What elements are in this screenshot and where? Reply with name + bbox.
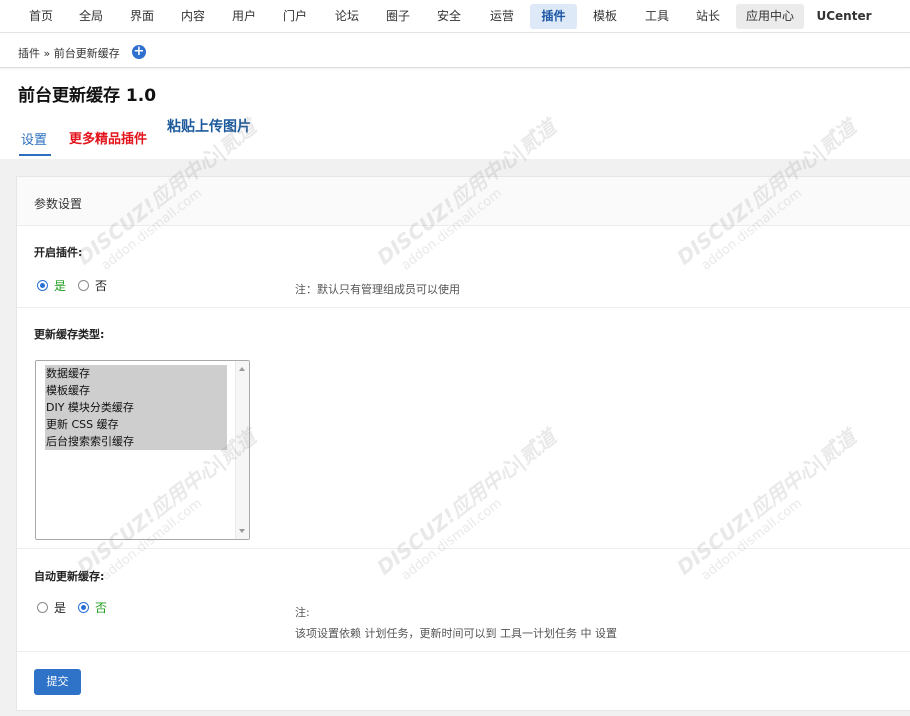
enable-plugin-label: 开启插件: <box>34 246 83 259</box>
row-divider <box>17 548 910 549</box>
enable-no-label[interactable]: 否 <box>95 277 107 294</box>
tab-active-underline <box>19 154 51 156</box>
nav-item-interface[interactable]: 界面 <box>121 4 163 29</box>
tab-settings[interactable]: 设置 <box>21 129 47 148</box>
cache-option-diy[interactable]: DIY 模块分类缓存 <box>45 399 227 416</box>
panel-header: 参数设置 <box>17 177 910 226</box>
row-divider <box>17 307 910 308</box>
listbox-scrollbar[interactable] <box>235 361 249 539</box>
nav-item-webmaster[interactable]: 站长 <box>685 4 731 29</box>
tab-paste-upload[interactable]: 粘贴上传图片 <box>167 116 251 136</box>
auto-yes-radio[interactable] <box>37 602 48 613</box>
auto-no-radio[interactable] <box>78 602 89 613</box>
auto-no-label[interactable]: 否 <box>95 599 107 616</box>
cache-types-listbox[interactable]: 数据缓存 模板缓存 DIY 模块分类缓存 更新 CSS 缓存 后台搜索索引缓存 <box>35 360 250 540</box>
panel-heading: 参数设置 <box>34 197 83 211</box>
plus-circle-icon[interactable]: + <box>132 45 146 59</box>
breadcrumb-bar: 插件 » 前台更新缓存 + <box>0 34 910 68</box>
tab-more-plugins[interactable]: 更多精品插件 <box>69 128 147 147</box>
cache-option-template[interactable]: 模板缓存 <box>45 382 227 399</box>
cache-option-search-index[interactable]: 后台搜索索引缓存 <box>45 433 227 450</box>
scroll-up-arrow-icon[interactable] <box>239 367 245 371</box>
nav-item-templates[interactable]: 模板 <box>582 4 628 29</box>
submit-button[interactable]: 提交 <box>34 669 81 695</box>
settings-panel: 参数设置 开启插件: 是 否 注：默认只有管理组成员可以使用 更新缓存类型: 数… <box>16 176 910 711</box>
cache-option-data[interactable]: 数据缓存 <box>45 365 227 382</box>
nav-item-plugins[interactable]: 插件 <box>530 4 577 29</box>
nav-item-operations[interactable]: 运营 <box>479 4 525 29</box>
nav-item-forum[interactable]: 论坛 <box>326 4 368 29</box>
nav-item-home[interactable]: 首页 <box>20 4 62 29</box>
top-nav: 首页 全局 界面 内容 用户 门户 论坛 圈子 安全 运营 插件 模板 工具 站… <box>0 0 910 33</box>
auto-yes-label[interactable]: 是 <box>54 599 66 616</box>
cache-option-css[interactable]: 更新 CSS 缓存 <box>45 416 227 433</box>
auto-update-label: 自动更新缓存: <box>34 570 105 583</box>
nav-item-portal[interactable]: 门户 <box>274 4 316 29</box>
auto-update-note: 该项设置依赖 计划任务，更新时间可以到 工具一计划任务 中 设置 <box>295 627 617 640</box>
page-title: 前台更新缓存 1.0 <box>18 86 157 106</box>
enable-yes-label[interactable]: 是 <box>54 277 66 294</box>
row-divider <box>17 651 910 652</box>
nav-item-app-center[interactable]: 应用中心 <box>736 4 804 29</box>
enable-note: 注：默认只有管理组成员可以使用 <box>295 283 460 296</box>
auto-update-note-title: 注: <box>295 606 310 619</box>
nav-item-tools[interactable]: 工具 <box>634 4 680 29</box>
nav-item-users[interactable]: 用户 <box>223 4 265 29</box>
breadcrumb[interactable]: 插件 » 前台更新缓存 <box>18 45 120 61</box>
nav-item-content[interactable]: 内容 <box>172 4 214 29</box>
scroll-down-arrow-icon[interactable] <box>239 529 245 533</box>
cache-types-label: 更新缓存类型: <box>34 328 105 341</box>
nav-item-security[interactable]: 安全 <box>428 4 470 29</box>
nav-item-ucenter[interactable]: UCenter <box>814 4 874 29</box>
enable-yes-radio[interactable] <box>37 280 48 291</box>
nav-item-global[interactable]: 全局 <box>70 4 112 29</box>
enable-no-radio[interactable] <box>78 280 89 291</box>
nav-item-groups[interactable]: 圈子 <box>377 4 419 29</box>
